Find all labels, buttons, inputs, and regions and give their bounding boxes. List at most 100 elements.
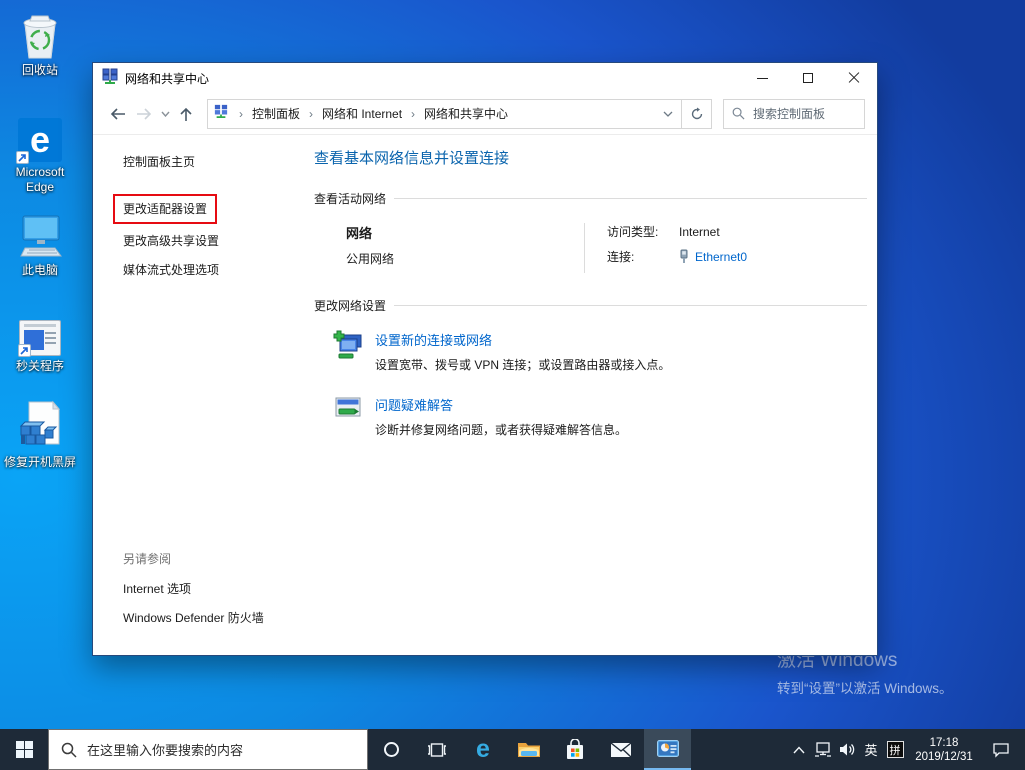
desktop-icon-label: 此电脑	[21, 263, 58, 277]
network-kind: 公用网络	[346, 252, 395, 266]
section-title: 更改网络设置	[314, 299, 387, 313]
registry-file-icon	[2, 400, 78, 452]
ethernet-icon	[680, 249, 688, 263]
network-tray-button[interactable]	[811, 729, 835, 770]
edge-taskbar-button[interactable]: e	[460, 729, 506, 770]
recent-pages-button[interactable]	[157, 111, 173, 117]
mail-button[interactable]	[598, 729, 644, 770]
this-pc-icon	[2, 208, 78, 260]
network-name: 网络	[346, 226, 373, 241]
windows-logo-icon	[15, 741, 33, 758]
notification-icon	[993, 742, 1009, 758]
access-type-label: 访问类型:	[607, 225, 659, 239]
edge-icon: e	[476, 735, 490, 763]
new-connection-icon	[330, 330, 366, 373]
desktop-icon-recycle-bin[interactable]: 回收站	[2, 8, 78, 78]
connection-label: 连接:	[607, 250, 635, 264]
minimize-button[interactable]	[739, 63, 785, 93]
up-button[interactable]	[173, 106, 199, 122]
sidebar-item-media-streaming-options[interactable]: 媒体流式处理选项	[123, 262, 298, 278]
forward-arrow-icon	[137, 107, 152, 120]
hidden-icons-button[interactable]	[787, 729, 811, 770]
desktop-icon-label: 修复开机黑屏	[3, 455, 76, 469]
recycle-bin-icon	[2, 8, 78, 60]
cortana-button[interactable]	[368, 729, 414, 770]
volume-button[interactable]	[835, 729, 859, 770]
breadcrumb-network-internet[interactable]: 网络和 Internet	[320, 101, 404, 126]
taskbar: 在这里输入你要搜索的内容 e 英 拼 17:18 2019/12/31	[0, 729, 1025, 770]
app-window-icon	[2, 304, 78, 357]
window-title: 网络和共享中心	[125, 71, 210, 86]
sidebar-item-internet-options[interactable]: Internet 选项	[123, 581, 298, 597]
control-panel-search-input[interactable]: 搜索控制面板	[723, 98, 865, 129]
title-bar[interactable]: 网络和共享中心	[93, 63, 877, 93]
close-icon	[848, 72, 860, 84]
sidebar: 控制面板主页 更改适配器设置 更改高级共享设置 媒体流式处理选项 另请参阅 In…	[93, 135, 306, 655]
desktop-icon-seconds-close-app[interactable]: 秒关程序	[2, 304, 78, 374]
start-button[interactable]	[0, 729, 48, 770]
breadcrumb-network-sharing-center[interactable]: 网络和共享中心	[422, 101, 510, 126]
active-networks-section-header: 查看活动网络	[314, 190, 867, 207]
access-type-value: Internet	[679, 224, 720, 239]
watermark-line2: 转到“设置”以激活 Windows。	[777, 681, 953, 696]
desktop-icon-label: Microsoft Edge	[15, 165, 65, 194]
chevron-up-icon	[793, 745, 805, 753]
sidebar-item-windows-defender-firewall[interactable]: Windows Defender 防火墙	[123, 610, 298, 626]
store-icon	[567, 738, 583, 759]
breadcrumb-control-panel[interactable]: 控制面板	[250, 101, 302, 126]
task-link[interactable]: 设置新的连接或网络	[375, 330, 670, 349]
shortcut-arrow-icon	[18, 344, 31, 357]
address-location-icon	[214, 104, 228, 123]
back-button[interactable]	[105, 107, 131, 121]
chevron-down-icon	[160, 111, 170, 117]
sidebar-item-change-advanced-sharing[interactable]: 更改高级共享设置	[123, 233, 298, 249]
crumb-separator: ›	[309, 106, 314, 121]
taskbar-search-input[interactable]: 在这里输入你要搜索的内容	[48, 729, 368, 770]
sidebar-item-change-adapter-settings[interactable]: 更改适配器设置	[123, 201, 207, 217]
crumb-separator: ›	[411, 106, 416, 121]
ime-indicator[interactable]: 拼	[883, 729, 907, 770]
store-button[interactable]	[552, 729, 598, 770]
troubleshoot-icon	[330, 395, 366, 438]
minimize-icon	[756, 77, 768, 79]
file-explorer-icon	[518, 743, 540, 757]
desktop-icon-edge[interactable]: e Microsoft Edge	[2, 110, 78, 195]
page-title: 查看基本网络信息并设置连接	[314, 150, 510, 167]
maximize-button[interactable]	[785, 63, 831, 93]
taskbar-clock[interactable]: 17:18 2019/12/31	[907, 736, 981, 764]
forward-button[interactable]	[131, 107, 157, 121]
mail-icon	[610, 741, 632, 758]
connection-link[interactable]: Ethernet0	[695, 250, 747, 264]
sidebar-item-control-panel-home[interactable]: 控制面板主页	[123, 154, 298, 170]
task-link[interactable]: 问题疑难解答	[375, 395, 627, 414]
active-network-panel: 网络 公用网络 访问类型: Internet 连接: Ethernet0	[346, 223, 867, 273]
language-indicator[interactable]: 英	[859, 729, 883, 770]
desktop-icon-label: 秒关程序	[15, 359, 64, 373]
task-description: 设置宽带、拨号或 VPN 连接；或设置路由器或接入点。	[375, 358, 671, 372]
taskbar-search-placeholder: 在这里输入你要搜索的内容	[87, 743, 244, 758]
address-bar[interactable]: › 控制面板 › 网络和 Internet › 网络和共享中心	[207, 98, 682, 129]
task-troubleshoot[interactable]: 问题疑难解答 诊断并修复网络问题，或者获得疑难解答信息。	[330, 395, 867, 438]
taskbar-active-control-panel-button[interactable]	[644, 729, 691, 770]
navigation-bar: › 控制面板 › 网络和 Internet › 网络和共享中心 搜索控制面板	[93, 93, 877, 135]
main-content: 查看基本网络信息并设置连接 查看活动网络 网络 公用网络 访问类型: Inter…	[306, 135, 877, 655]
refresh-icon	[691, 107, 702, 119]
maximize-icon	[803, 73, 813, 83]
close-button[interactable]	[831, 63, 877, 93]
task-view-button[interactable]	[414, 729, 460, 770]
desktop-icon-this-pc[interactable]: 此电脑	[2, 208, 78, 278]
task-setup-new-connection[interactable]: 设置新的连接或网络 设置宽带、拨号或 VPN 连接；或设置路由器或接入点。	[330, 330, 867, 373]
desktop-icon-fix-black-screen[interactable]: 修复开机黑屏	[2, 400, 78, 470]
file-explorer-button[interactable]	[506, 729, 552, 770]
search-icon	[61, 742, 77, 758]
control-panel-icon	[656, 740, 679, 757]
section-rule	[394, 198, 867, 199]
refresh-button[interactable]	[682, 98, 712, 129]
section-rule	[394, 305, 867, 306]
shortcut-arrow-icon	[16, 151, 29, 164]
chevron-down-icon	[663, 111, 673, 117]
address-dropdown-button[interactable]	[655, 111, 681, 117]
speaker-icon	[839, 743, 854, 756]
task-description: 诊断并修复网络问题，或者获得疑难解答信息。	[375, 423, 628, 437]
action-center-button[interactable]	[981, 729, 1021, 770]
